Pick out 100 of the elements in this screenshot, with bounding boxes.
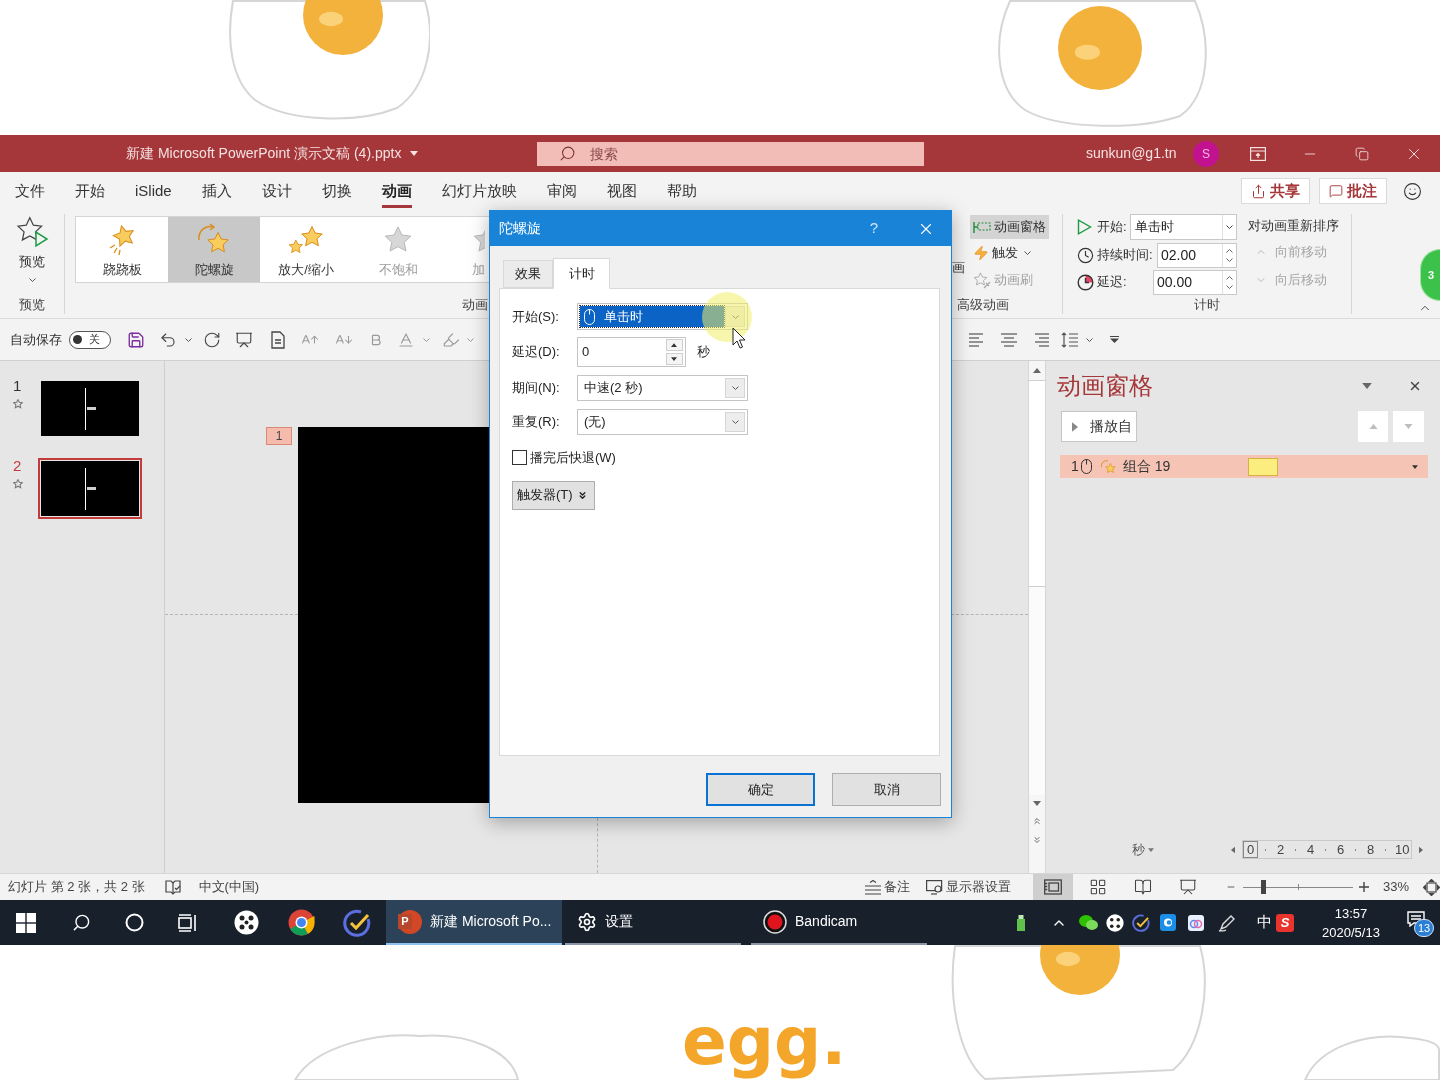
dialog-button[interactable]: 取消 bbox=[832, 773, 941, 806]
align-left-icon[interactable] bbox=[968, 332, 986, 347]
dialog-button[interactable]: 确定 bbox=[706, 773, 815, 806]
ribbon-button[interactable]: 触发 bbox=[970, 239, 1049, 266]
save-icon[interactable] bbox=[127, 330, 145, 349]
ribbon-tab[interactable]: 插入 bbox=[201, 177, 232, 208]
scroll-left-icon[interactable] bbox=[1231, 845, 1235, 854]
app-icon[interactable] bbox=[1160, 914, 1176, 931]
presentation-icon[interactable] bbox=[235, 330, 253, 349]
spell-check-book-icon[interactable] bbox=[164, 879, 181, 895]
user-avatar[interactable]: S bbox=[1193, 140, 1219, 167]
chevron-down-icon[interactable] bbox=[1024, 250, 1031, 255]
ribbon-tab[interactable]: 帮助 bbox=[666, 177, 697, 208]
rewind-checkbox[interactable] bbox=[512, 450, 527, 466]
slide-thumbnail[interactable] bbox=[38, 458, 142, 519]
spin-down-icon[interactable] bbox=[1226, 257, 1233, 262]
preview-button[interactable]: 预览 bbox=[7, 214, 57, 288]
dialog-tab[interactable]: 计时 bbox=[553, 258, 610, 289]
ring-icon[interactable] bbox=[125, 913, 144, 932]
task-view-icon[interactable] bbox=[178, 913, 198, 932]
dotted-ball-icon[interactable] bbox=[234, 910, 259, 935]
display-settings-button[interactable]: 显示器设置 bbox=[926, 877, 1011, 897]
chevron-down-icon[interactable] bbox=[28, 277, 36, 282]
slide-thumbnail[interactable] bbox=[38, 378, 142, 439]
trigger-button[interactable]: 触发器(T) bbox=[512, 480, 595, 510]
animation-effect[interactable]: 跷跷板 bbox=[76, 217, 168, 282]
animation-list-item[interactable]: 1 组合 19 bbox=[1060, 455, 1428, 478]
windows-start-icon[interactable] bbox=[16, 912, 36, 933]
autosave-toggle[interactable]: 关 bbox=[69, 330, 111, 349]
customize-toolbar-icon[interactable] bbox=[1110, 336, 1119, 343]
chevron-down-icon[interactable] bbox=[731, 420, 739, 424]
dialog-tab[interactable]: 效果 bbox=[503, 260, 553, 288]
pen-icon[interactable] bbox=[1218, 913, 1236, 932]
usb-drive-icon[interactable] bbox=[1017, 914, 1025, 931]
align-right-icon[interactable] bbox=[1032, 332, 1050, 347]
browser-icon[interactable] bbox=[288, 909, 315, 936]
animation-effect[interactable]: 放大/缩小 bbox=[260, 217, 352, 282]
taskbar-window-button[interactable]: P 新建 Microsoft Po... bbox=[386, 900, 562, 945]
ribbon-tab[interactable]: 开始 bbox=[75, 177, 105, 208]
smiley-icon[interactable] bbox=[1403, 181, 1422, 201]
delay-field[interactable]: 00.00 bbox=[1153, 269, 1237, 295]
search-field[interactable]: 搜索 bbox=[537, 141, 924, 166]
align-center-icon[interactable] bbox=[1000, 332, 1018, 347]
chat-bubbles-icon[interactable] bbox=[1079, 914, 1098, 931]
spin-up-icon[interactable] bbox=[1226, 275, 1233, 280]
ribbon-tab[interactable]: 文件 bbox=[15, 177, 45, 208]
ribbon-tab[interactable]: 审阅 bbox=[546, 177, 577, 208]
play-from-button[interactable]: 播放自 bbox=[1061, 411, 1137, 442]
start-dropdown[interactable]: 单击时 bbox=[1130, 214, 1237, 240]
restore-icon[interactable] bbox=[1355, 146, 1369, 161]
line-spacing-icon[interactable] bbox=[1061, 331, 1079, 348]
spin-down-icon[interactable] bbox=[1226, 284, 1233, 289]
ribbon-tab[interactable]: 切换 bbox=[321, 177, 352, 208]
zoom-slider[interactable] bbox=[1243, 880, 1353, 894]
time-unit-dropdown[interactable]: 秒 bbox=[1132, 839, 1154, 860]
ribbon-button[interactable]: 动画窗格 bbox=[970, 215, 1049, 239]
redo-icon[interactable] bbox=[203, 330, 221, 349]
scroll-right-icon[interactable] bbox=[1419, 845, 1424, 854]
chevron-down-icon[interactable] bbox=[1226, 225, 1233, 229]
check-circle-icon[interactable] bbox=[343, 908, 371, 937]
notification-button[interactable]: 13 bbox=[1405, 907, 1435, 938]
dropdown-field[interactable]: 单击时 bbox=[577, 303, 748, 330]
clock[interactable]: 13:57 2020/5/13 bbox=[1316, 903, 1386, 942]
item-menu-icon[interactable] bbox=[1412, 464, 1418, 469]
scroll-down-icon[interactable] bbox=[1033, 800, 1041, 806]
pane-options-icon[interactable] bbox=[1362, 382, 1372, 389]
dotted-ball-icon[interactable] bbox=[1106, 913, 1124, 932]
scroll-up-icon[interactable] bbox=[1033, 368, 1041, 373]
caret-icon[interactable] bbox=[185, 337, 192, 342]
view-button[interactable] bbox=[1033, 874, 1073, 900]
slider-thumb[interactable] bbox=[1260, 880, 1266, 894]
check-circle-icon[interactable] bbox=[1132, 913, 1150, 932]
duration-field[interactable]: 02.00 bbox=[1157, 242, 1237, 268]
undo-icon[interactable] bbox=[159, 330, 177, 349]
ribbon-tab[interactable]: 设计 bbox=[261, 177, 292, 208]
document-icon[interactable] bbox=[269, 330, 287, 349]
caret-icon[interactable] bbox=[1086, 337, 1093, 342]
scrollbar-thumb[interactable] bbox=[1029, 380, 1045, 587]
input-method-logo[interactable]: S bbox=[1276, 913, 1294, 932]
spin-up-button[interactable] bbox=[665, 339, 683, 351]
comment-button[interactable]: 批注 bbox=[1319, 178, 1387, 204]
dropdown-field[interactable]: (无) bbox=[577, 409, 748, 435]
dropdown-field[interactable]: 中速(2 秒) bbox=[577, 375, 748, 401]
spin-up-icon[interactable] bbox=[1226, 248, 1233, 253]
notes-button[interactable]: 备注 bbox=[864, 877, 910, 897]
caret-icon[interactable] bbox=[410, 151, 419, 156]
search-icon[interactable] bbox=[72, 913, 91, 932]
animation-effect[interactable]: 陀螺旋 bbox=[168, 217, 260, 282]
share-button[interactable]: 共享 bbox=[1241, 178, 1310, 204]
ribbon-display-icon[interactable] bbox=[1250, 146, 1266, 161]
ribbon-tab[interactable]: 视图 bbox=[606, 177, 637, 208]
ribbon-tab[interactable]: 幻灯片放映 bbox=[441, 177, 517, 208]
input-method-label[interactable]: 中 bbox=[1257, 911, 1272, 934]
delay-field[interactable]: 0 bbox=[577, 337, 686, 367]
fit-to-window-icon[interactable] bbox=[1423, 878, 1440, 896]
zoom-in-icon[interactable] bbox=[1359, 882, 1369, 892]
chevron-down-icon[interactable] bbox=[731, 386, 739, 390]
app-icon[interactable] bbox=[1188, 914, 1204, 931]
ribbon-tab[interactable]: iSlide bbox=[135, 177, 172, 208]
spin-down-button[interactable] bbox=[665, 353, 683, 365]
